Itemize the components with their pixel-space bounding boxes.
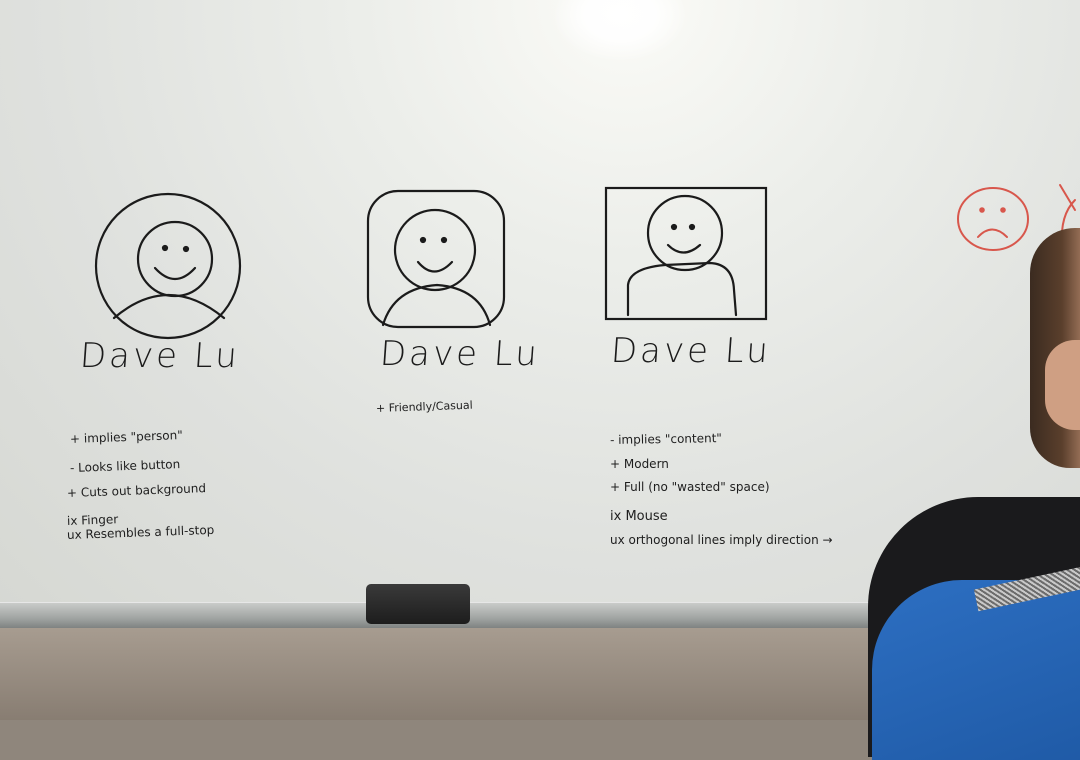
sad-face-icon [957,187,1029,251]
square-avatar-sketch [604,186,768,321]
circle-avatar-sketch [94,192,242,340]
note-square-1: - implies "content" [609,431,722,447]
whiteboard-eraser [366,584,470,624]
note-square-5: ux orthogonal lines imply direction → [610,533,833,547]
note-square-4: ix Mouse [610,509,668,524]
rounded-square-avatar-sketch [366,189,506,329]
avatar-name-circle: Dave Lu [78,336,242,376]
person-shirt [872,580,1080,760]
avatar-name-rounded: Dave Lu [378,334,542,374]
avatar-name-square: Dave Lu [609,331,773,371]
note-square-3: + Full (no "wasted" space) [610,480,770,494]
person-face [1045,340,1080,430]
note-square-2: + Modern [610,457,669,471]
